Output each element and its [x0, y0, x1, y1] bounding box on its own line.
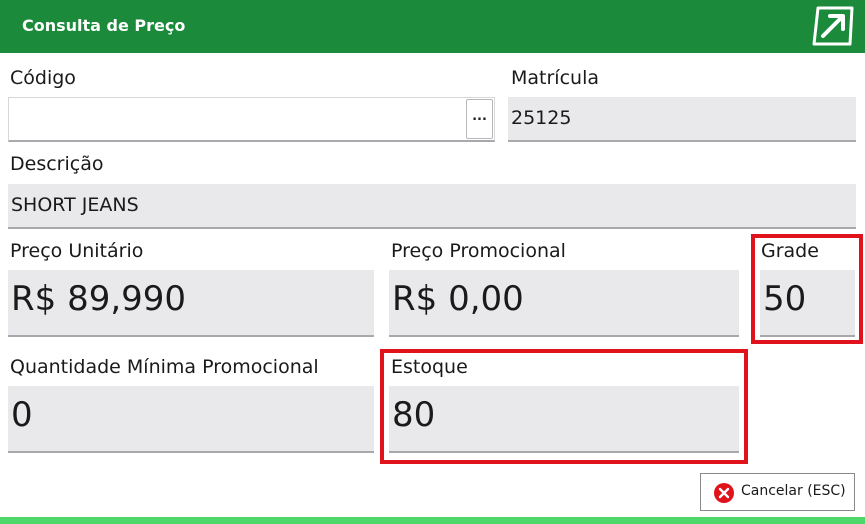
window-title: Consulta de Preço: [22, 16, 186, 35]
close-circle-icon: [714, 483, 734, 503]
descricao-label: Descrição: [10, 153, 104, 175]
codigo-label: Código: [10, 67, 76, 89]
grade-highlight-box: [751, 234, 863, 344]
preco-promocional-value: R$ 0,00: [392, 279, 524, 319]
estoque-highlight-box: [380, 349, 748, 464]
codigo-browse-button[interactable]: ...: [466, 99, 493, 139]
matricula-label: Matrícula: [511, 67, 599, 89]
quantidade-minima-label: Quantidade Mínima Promocional: [10, 356, 319, 378]
preco-promocional-label: Preço Promocional: [391, 240, 566, 262]
external-open-icon[interactable]: [810, 4, 856, 48]
title-bar: Consulta de Preço: [0, 0, 865, 53]
preco-promocional-field: R$ 0,00: [389, 270, 739, 337]
matricula-value: 25125: [511, 107, 572, 129]
codigo-input[interactable]: [8, 97, 495, 142]
bottom-accent-bar: [0, 517, 865, 524]
matricula-field: 25125: [508, 97, 856, 142]
preco-unitario-value: R$ 89,990: [11, 279, 187, 319]
preco-unitario-field: R$ 89,990: [8, 270, 374, 337]
cancel-button[interactable]: Cancelar (ESC): [700, 473, 855, 511]
cancel-button-label: Cancelar (ESC): [741, 483, 846, 499]
descricao-field: SHORT JEANS: [8, 184, 856, 229]
preco-unitario-label: Preço Unitário: [10, 240, 144, 262]
descricao-value: SHORT JEANS: [11, 194, 139, 216]
quantidade-minima-field: 0: [8, 386, 374, 453]
quantidade-minima-value: 0: [11, 395, 33, 435]
